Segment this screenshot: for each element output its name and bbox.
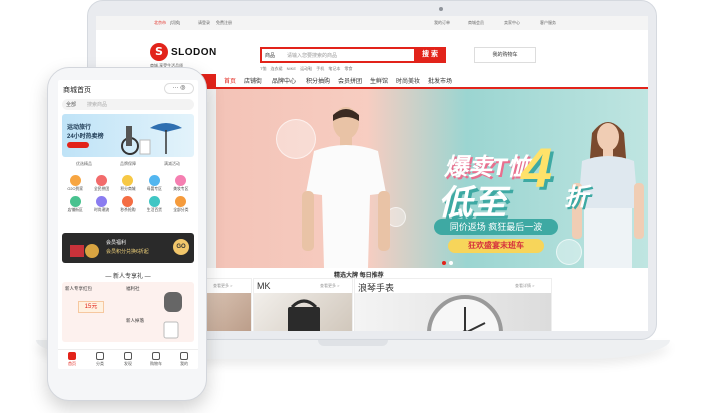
mobile-page-title: 商城首页	[63, 87, 91, 94]
promo-item: 优选精品	[76, 161, 92, 166]
mobile-app-screen: 商城首页 ··· ◎ 全部 搜索商品 运动旅行 24小时热卖榜 优选精品 品牌保…	[58, 80, 198, 369]
grid-item[interactable]: 美妆专区	[168, 175, 194, 192]
grid-item[interactable]: 母婴专区	[141, 175, 167, 192]
user-icon	[180, 352, 188, 360]
promo-item: 品牌保障	[120, 161, 136, 166]
nav-fresh[interactable]: 生鲜馆	[370, 76, 388, 85]
tab-category[interactable]: 分类	[86, 350, 114, 369]
hero-line-1: 运动旅行	[67, 125, 92, 131]
search-button[interactable]: 搜 索	[414, 47, 446, 63]
register-link[interactable]: 免费注册	[216, 20, 232, 26]
cart-icon	[152, 352, 160, 360]
main-nav: 首页 店铺街 品牌中心 积分抽购 会员拼团 生鲜馆 时尚美妆 批发市场	[148, 74, 648, 89]
logo-name: SLODON	[171, 46, 217, 58]
grid-item[interactable]: 时尚潮流	[88, 196, 114, 213]
product-image	[355, 293, 551, 331]
view-more-link[interactable]: 查看更多 >	[213, 283, 232, 289]
login-link[interactable]: 请登录	[198, 20, 210, 26]
camera-icon	[439, 7, 443, 11]
product-card[interactable]: 查看更多 >	[204, 278, 252, 331]
bottom-tab-bar: 首页 分类 发现 购物车 我的	[58, 349, 198, 369]
nav-group[interactable]: 会员拼团	[338, 76, 362, 85]
grid-item[interactable]: 积分商城	[115, 175, 141, 192]
hero-mockup: 北京市 [切换] 请登录 免费注册 我的订单 商城会员 卖家中心 客户服务 S …	[0, 0, 705, 413]
tab-cart[interactable]: 购物车	[142, 350, 170, 369]
search-input[interactable]: 请输入您要搜索的商品	[287, 52, 337, 59]
nav-beauty[interactable]: 时尚美妆	[396, 76, 420, 85]
laptop-notch	[318, 340, 388, 346]
member-desc: 会员积分兑换6折起	[106, 249, 149, 255]
newcomer-drop-label: 新人掉落	[126, 318, 144, 323]
grid-item[interactable]: 店铺街区	[62, 196, 88, 213]
seller-link[interactable]: 卖家中心	[504, 20, 520, 26]
gift-image	[70, 244, 99, 258]
search-placeholder: 搜索商品	[87, 102, 108, 108]
male-model-image	[302, 107, 390, 268]
orders-link[interactable]: 我的订单	[434, 20, 450, 26]
top-utility-bar: 北京市 [切换] 请登录 免费注册 我的订单 商城会员 卖家中心 客户服务	[96, 16, 648, 30]
hero-product-image	[121, 123, 182, 155]
newcomer-section-title: — 新人专享礼 —	[105, 274, 151, 280]
member-benefit-banner[interactable]: 会员福利 会员积分兑换6折起 GO	[62, 233, 194, 263]
nav-wholesale[interactable]: 批发市场	[428, 76, 452, 85]
search-scope[interactable]: 全部	[66, 101, 76, 108]
search-bar[interactable]: 商品 请输入您要搜索的商品 搜 索	[260, 47, 446, 63]
member-link[interactable]: 商城会员	[468, 20, 484, 26]
search-category[interactable]: 商品	[265, 52, 275, 59]
mobile-search-input[interactable]: 全部 搜索商品	[62, 99, 194, 110]
site-logo[interactable]: S SLODON	[150, 43, 217, 61]
switch-city-link[interactable]: [切换]	[170, 20, 180, 26]
coupon-badge[interactable]: 15元	[78, 301, 104, 313]
carousel-dots[interactable]	[442, 261, 453, 265]
cup-image	[163, 321, 179, 339]
mini-program-capsule[interactable]: ··· ◎	[164, 83, 194, 94]
nav-brands[interactable]: 品牌中心	[272, 76, 296, 85]
service-link[interactable]: 客户服务	[540, 20, 556, 26]
promo-strip: 优选精品 品牌保障 满减活动	[62, 161, 194, 171]
welfare-label: 福利社	[126, 286, 140, 291]
product-image	[205, 293, 251, 331]
banner-discount-number: 4	[521, 136, 553, 199]
category-grid: O2O到家 全民拼团 积分商城 母婴专区 美妆专区 店铺街区 时尚潮流 秒杀抢购…	[62, 175, 194, 213]
go-button[interactable]: GO	[173, 239, 189, 255]
grid-item[interactable]: 全部分类	[168, 196, 194, 213]
grid-item[interactable]: 全民拼团	[88, 175, 114, 192]
nav-home[interactable]: 首页	[224, 76, 236, 85]
product-card[interactable]: 浪琴手表 查看详情 >	[354, 278, 552, 331]
banner-discount-suffix: 折	[564, 184, 588, 211]
hot-keywords[interactable]: T恤 连衣裙 NIKE 运动鞋 手机 笔记本 零食	[260, 66, 352, 72]
hero-line-2: 24小时热卖榜	[67, 134, 104, 140]
nav-shops[interactable]: 店铺街	[244, 76, 262, 85]
tab-me[interactable]: 我的	[170, 350, 198, 369]
speaker-image	[164, 292, 182, 312]
grid-item[interactable]: 生活百货	[141, 196, 167, 213]
product-card[interactable]: MK 查看更多 >	[253, 278, 353, 331]
card-title: MK	[257, 281, 271, 291]
logo-icon: S	[150, 43, 168, 61]
banner-pill: 同价返场 疯狂最后一波	[434, 219, 558, 235]
promo-banner[interactable]: 爆卖T恤 4 低至 折 同价返场 疯狂最后一波 狂欢盛宴末班车	[216, 89, 648, 268]
view-more-link[interactable]: 查看详情 >	[515, 283, 534, 289]
banner-cta[interactable]: 狂欢盛宴末班车	[448, 239, 544, 253]
member-title: 会员福利	[106, 240, 127, 246]
cart-button[interactable]: 我的购物车	[474, 47, 536, 63]
nav-points[interactable]: 积分抽购	[306, 76, 330, 85]
grid-item[interactable]: 秒杀抢购	[115, 196, 141, 213]
view-more-link[interactable]: 查看更多 >	[320, 283, 339, 289]
mobile-hero-banner[interactable]: 运动旅行 24小时热卖榜	[62, 114, 194, 157]
home-icon	[68, 352, 76, 360]
product-image	[254, 293, 352, 331]
banner-subtitle: 低至	[438, 184, 506, 222]
tab-home[interactable]: 首页	[58, 350, 86, 369]
discover-icon	[124, 352, 132, 360]
newcomer-coupon-label: 新人专享红包	[65, 286, 92, 291]
city-label[interactable]: 北京市	[154, 20, 166, 26]
newcomer-gift-box[interactable]: 新人专享红包 15元 福利社 新人掉落	[62, 282, 194, 342]
category-icon	[96, 352, 104, 360]
promo-item: 满减活动	[164, 161, 180, 166]
hero-button[interactable]	[67, 142, 89, 148]
grid-item[interactable]: O2O到家	[62, 175, 88, 192]
tab-discover[interactable]: 发现	[114, 350, 142, 369]
